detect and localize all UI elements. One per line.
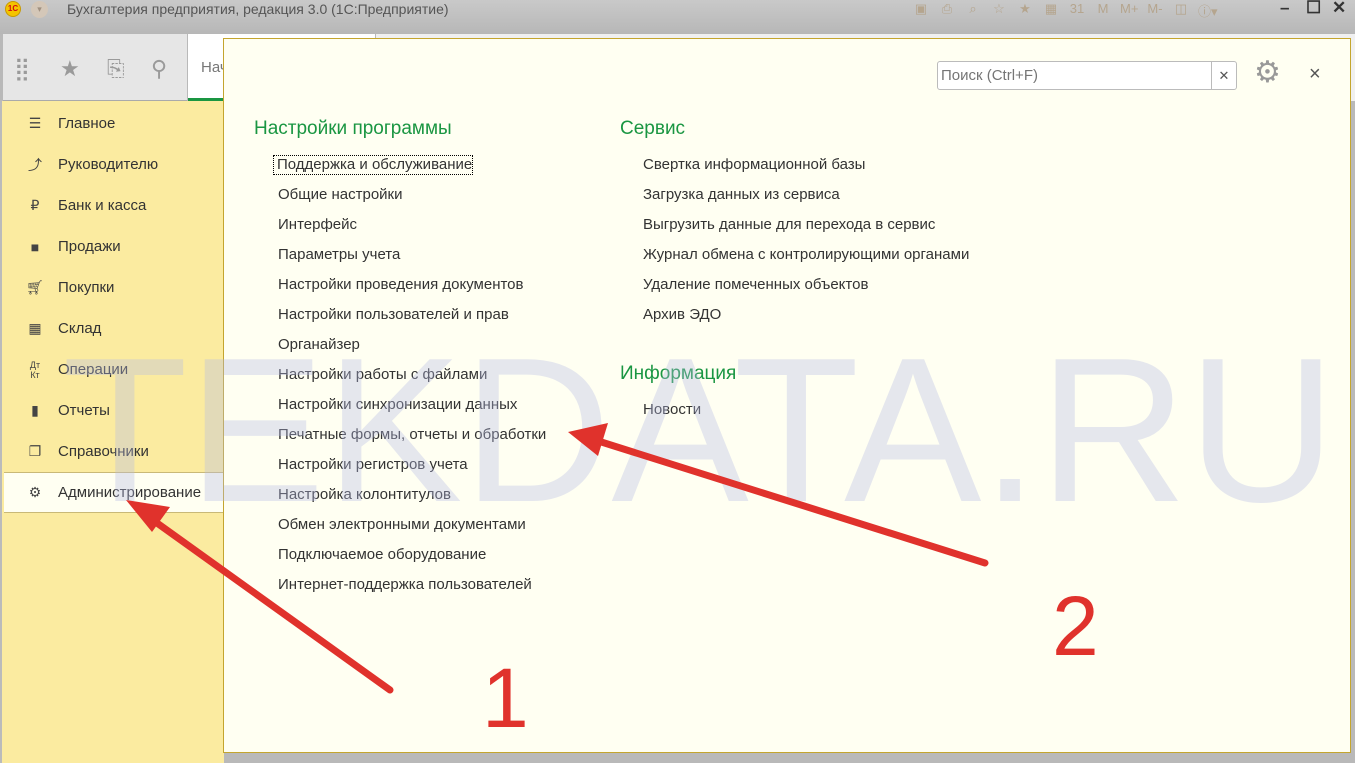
arrow-2 [568, 423, 989, 567]
arrow-1 [126, 500, 394, 694]
step-2-label: 2 [1052, 579, 1099, 673]
step-1-label: 1 [482, 651, 529, 745]
annotation-arrows [126, 423, 989, 694]
